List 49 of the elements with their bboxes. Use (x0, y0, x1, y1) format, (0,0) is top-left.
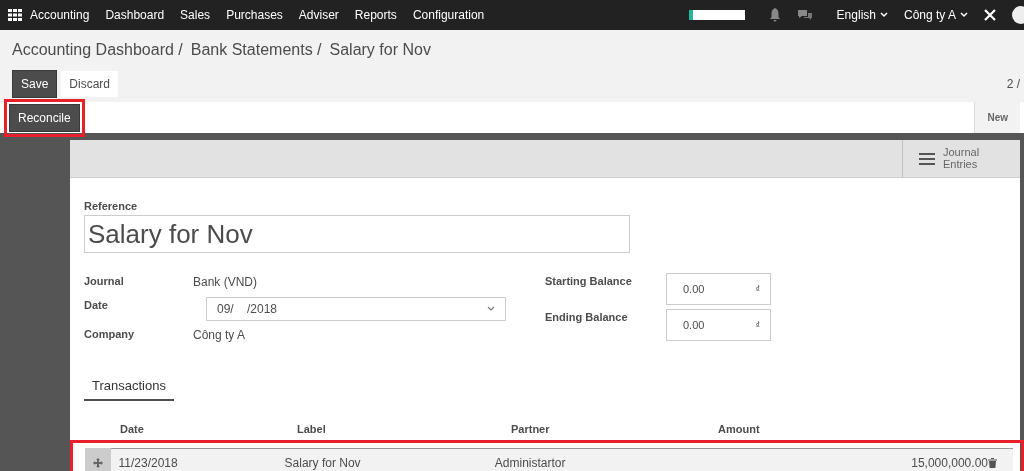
field-label: Reference (84, 199, 139, 214)
menu-item[interactable]: Reports (346, 6, 405, 24)
column-header[interactable]: Label (297, 421, 511, 438)
field-value: Bank (VND) (193, 273, 257, 291)
apps-menu-icon[interactable] (8, 9, 22, 21)
reconcile-button[interactable]: Reconcile (9, 103, 80, 132)
field-label: Journal (84, 273, 125, 289)
pager-text: 2 / (1006, 76, 1020, 93)
table-cell-text: Administartor (494, 454, 567, 471)
reference-field[interactable]: Salary for Nov (84, 214, 630, 253)
discard-button[interactable]: Discard (61, 71, 119, 97)
field-label: Starting Balance (545, 273, 633, 289)
caret-icon (960, 12, 968, 18)
caret-icon (487, 305, 495, 312)
table-cell-text: Salary for Nov (284, 454, 362, 471)
language-dropdown[interactable]: English (828, 6, 896, 24)
bell-icon[interactable] (768, 8, 781, 22)
app-title[interactable]: Accounting (22, 6, 98, 24)
breadcrumb-item[interactable]: Accounting Dashboard / (12, 38, 183, 62)
menu-item[interactable]: Adviser (290, 6, 347, 24)
balance-field[interactable]: 0.00 ₫ (666, 272, 771, 305)
save-button[interactable]: Save (12, 70, 58, 98)
trash-icon[interactable] (988, 457, 997, 468)
status-stage[interactable]: New (974, 102, 1020, 133)
balance-field[interactable]: 0.00 ₫ (666, 308, 771, 341)
field-label: Ending Balance (545, 309, 629, 325)
field-label: Company (84, 326, 136, 342)
caret-icon (879, 12, 888, 18)
table-cell-text: 15,000,000.00 (910, 454, 988, 471)
column-header[interactable]: Amount (718, 421, 838, 438)
date-field[interactable]: 09/ /2018 (206, 296, 506, 321)
table-cell-text: 11/23/2018 (117, 454, 179, 471)
column-header[interactable]: Partner (511, 421, 718, 438)
tab[interactable]: Transactions (84, 371, 174, 401)
close-icon[interactable] (984, 9, 996, 21)
menu-item[interactable]: Purchases (218, 6, 291, 24)
menu-item[interactable]: Dashboard (97, 6, 173, 24)
breadcrumb-item[interactable]: Bank Statements / (190, 38, 322, 62)
menu-item[interactable]: Sales (172, 6, 219, 24)
breadcrumb-item: Salary for Nov (329, 40, 431, 60)
menu-icon (919, 153, 935, 165)
company-dropdown[interactable]: Công ty A (895, 6, 976, 24)
field-label: Date (84, 297, 109, 313)
column-header[interactable]: Date (120, 421, 297, 438)
menu-item[interactable]: Configuration (404, 6, 493, 24)
field-value: Công ty A (193, 326, 246, 344)
drag-handle[interactable] (85, 448, 111, 471)
journal-entries-button[interactable]: Journal Entries (902, 140, 1020, 178)
chat-icon[interactable] (796, 9, 813, 21)
